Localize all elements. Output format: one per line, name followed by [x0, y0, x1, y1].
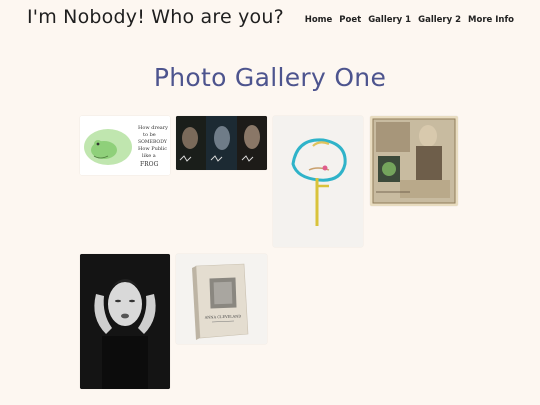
gallery-image-frog[interactable]: How dreary to be SOMEBODY How Public lik… [80, 116, 170, 175]
frog-caption-line-1: How dreary [138, 125, 168, 131]
nav-more-info[interactable]: More Info [468, 15, 514, 25]
frog-illustration: How dreary to be SOMEBODY How Public lik… [80, 116, 170, 175]
nav-gallery-1[interactable]: Gallery 1 [368, 15, 411, 25]
frog-caption-line-5: like a [142, 153, 156, 159]
nav-poet[interactable]: Poet [339, 15, 361, 25]
frog-caption-line-4: How Public [138, 146, 167, 152]
bw-portrait-image [80, 254, 170, 389]
gallery-image-abstract[interactable] [273, 116, 363, 247]
site-title[interactable]: I'm Nobody! Who are you? [27, 6, 284, 28]
main-nav: Home Poet Gallery 1 Gallery 2 More Info [305, 15, 514, 25]
nav-gallery-2[interactable]: Gallery 2 [418, 15, 461, 25]
gallery-image-stills[interactable] [176, 116, 267, 170]
frog-caption-line-6: FROG [140, 161, 159, 168]
gallery-image-book[interactable]: ANNA CLEVELAND [176, 254, 267, 344]
gallery-image-bw-portrait[interactable] [80, 254, 170, 389]
book-cover-image: ANNA CLEVELAND [176, 254, 267, 344]
abstract-painting-image [273, 116, 363, 247]
frog-caption-line-3: SOMEBODY [138, 139, 168, 145]
film-stills-image [176, 116, 267, 170]
nav-home[interactable]: Home [305, 15, 333, 25]
collage-image [370, 116, 458, 206]
page: I'm Nobody! Who are you? Home Poet Galle… [0, 0, 540, 405]
gallery-image-collage[interactable] [370, 116, 458, 206]
frog-caption-line-2: to be [143, 132, 156, 138]
gallery-heading: Photo Gallery One [153, 63, 387, 92]
